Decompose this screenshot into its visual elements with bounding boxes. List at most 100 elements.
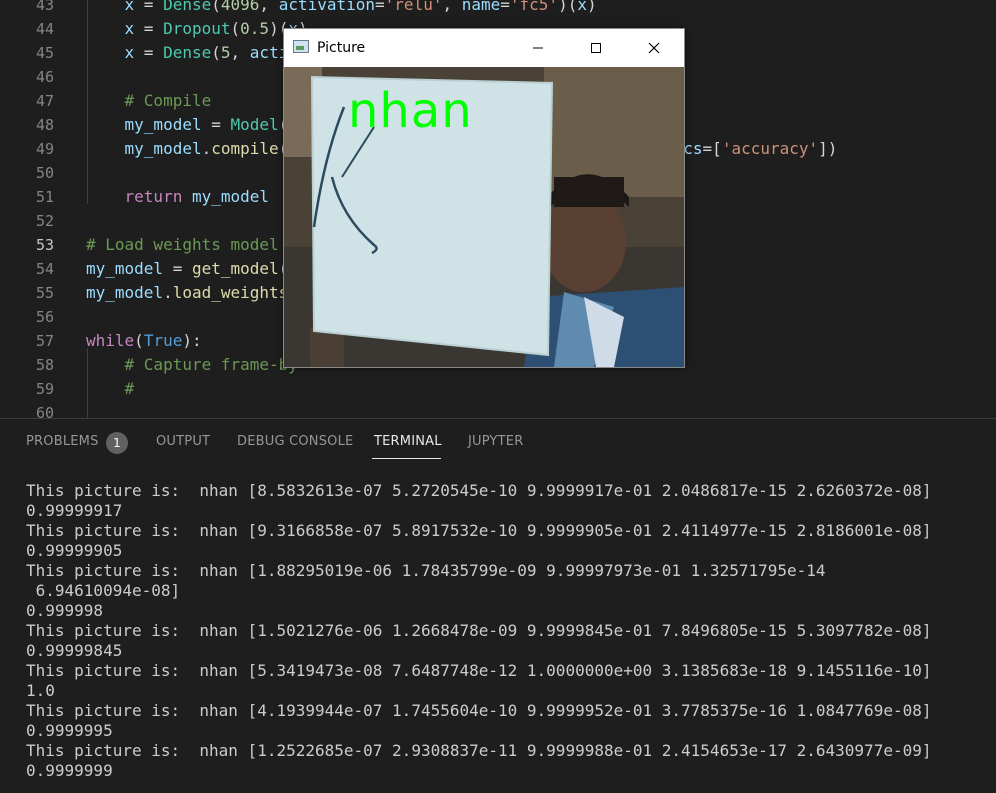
line-number: 59 xyxy=(35,380,54,398)
terminal-line: 0.99999845 xyxy=(26,641,123,660)
code-token: name xyxy=(461,0,501,14)
code-line[interactable]: 43 x = Dense(4096, activation='relu', na… xyxy=(0,0,996,17)
line-number: 55 xyxy=(35,284,54,302)
code-token: ): xyxy=(182,331,202,350)
code-token: while xyxy=(86,331,135,350)
code-token: x xyxy=(124,43,135,62)
code-token: my_model xyxy=(86,283,164,302)
code-token: compile xyxy=(211,139,279,158)
tab-debug-console[interactable]: DEBUG CONSOLE xyxy=(237,433,353,451)
code-token: x xyxy=(124,0,135,14)
code-token: # Capture frame-by xyxy=(124,355,298,374)
code-token: . xyxy=(201,139,212,158)
code-token: 0.5 xyxy=(240,19,270,38)
maximize-icon xyxy=(591,43,601,53)
line-number: 43 xyxy=(35,0,54,14)
line-number: 54 xyxy=(35,260,54,278)
code-token: # Compile xyxy=(124,91,212,110)
code-token: 'relu' xyxy=(384,0,443,14)
code-text: while(True): xyxy=(86,329,202,353)
line-number: 50 xyxy=(35,164,54,182)
code-line[interactable]: 59 # xyxy=(0,377,996,401)
minimize-button[interactable] xyxy=(509,29,567,67)
window-title: Picture xyxy=(317,40,366,56)
close-icon xyxy=(648,42,660,54)
code-token: Model xyxy=(230,115,279,134)
code-text: x = Dense(5, acti xyxy=(86,41,289,65)
code-token: ) xyxy=(586,0,597,14)
code-token: Dense xyxy=(163,0,212,14)
code-token: )( xyxy=(558,0,578,14)
terminal-line: 0.99999905 xyxy=(26,541,123,560)
code-token: my_model xyxy=(86,259,164,278)
code-token: load_weights xyxy=(172,283,289,302)
picture-window[interactable]: Picture nhan xyxy=(283,28,685,368)
window-titlebar[interactable]: Picture xyxy=(284,29,684,67)
code-line[interactable]: 60 xyxy=(0,401,996,418)
code-token: . xyxy=(163,283,173,302)
code-token: Dropout xyxy=(163,19,231,38)
code-text: # Compile xyxy=(86,89,212,113)
code-text: my_model = get_model( xyxy=(86,257,288,281)
terminal-line: 0.9999999 xyxy=(26,761,113,780)
line-number: 49 xyxy=(35,140,54,158)
code-token: get_model xyxy=(191,259,279,278)
code-token: ( xyxy=(211,0,221,14)
code-token: ( xyxy=(134,331,144,350)
code-token: = xyxy=(134,19,164,38)
code-text: # xyxy=(86,377,135,401)
code-token: return xyxy=(124,187,183,206)
tab-terminal[interactable]: TERMINAL xyxy=(374,433,442,451)
tab-problems[interactable]: PROBLEMS xyxy=(26,433,99,451)
line-number: 53 xyxy=(35,236,54,254)
code-token: 4096 xyxy=(220,0,260,14)
code-token: = xyxy=(500,0,510,14)
code-token: ( xyxy=(230,19,241,38)
bottom-panel: PROBLEMS 1 OUTPUT DEBUG CONSOLE TERMINAL… xyxy=(0,418,996,793)
terminal-line: This picture is: nhan [9.3166858e-07 5.8… xyxy=(26,521,932,540)
tab-jupyter[interactable]: JUPYTER xyxy=(468,433,523,451)
terminal-line: 6.94610094e-08] xyxy=(26,581,181,600)
code-text: # Load weights model xyxy=(86,233,279,257)
line-number: 57 xyxy=(35,332,54,350)
tab-output[interactable]: OUTPUT xyxy=(156,433,210,451)
terminal-line: This picture is: nhan [4.1939944e-07 1.7… xyxy=(26,701,932,720)
code-token: = xyxy=(163,259,192,278)
panel-tabs: PROBLEMS 1 OUTPUT DEBUG CONSOLE TERMINAL… xyxy=(0,419,996,465)
close-button[interactable] xyxy=(625,29,683,67)
code-token: = xyxy=(375,0,385,14)
code-token: # xyxy=(124,379,135,398)
terminal-line: 0.9999995 xyxy=(26,721,113,740)
code-text: x = Dense(4096, activation='relu', name=… xyxy=(86,0,597,17)
code-token: True xyxy=(143,331,183,350)
code-token: activation xyxy=(278,0,376,14)
terminal-output[interactable]: This picture is: nhan [8.5832613e-07 5.2… xyxy=(26,481,986,781)
maximize-button[interactable] xyxy=(567,29,625,67)
line-number: 47 xyxy=(35,92,54,110)
code-token: x xyxy=(577,0,587,14)
code-token: , xyxy=(442,0,462,14)
active-tab-indicator xyxy=(372,458,441,459)
line-number: 48 xyxy=(35,116,54,134)
terminal-line: This picture is: nhan [5.3419473e-08 7.6… xyxy=(26,661,932,680)
code-token: 'accuracy' xyxy=(721,139,819,158)
line-number: 52 xyxy=(35,212,54,230)
code-token: 'fc5' xyxy=(509,0,559,14)
terminal-line: This picture is: nhan [1.5021276e-06 1.2… xyxy=(26,621,932,640)
code-token: Dense xyxy=(163,43,212,62)
code-token: = xyxy=(201,115,231,134)
picture-app-icon xyxy=(293,40,309,53)
terminal-line: 1.0 xyxy=(26,681,55,700)
code-token: 5 xyxy=(220,43,231,62)
line-number: 60 xyxy=(35,404,54,418)
code-token: # Load weights model xyxy=(86,235,279,254)
line-number: 56 xyxy=(35,308,54,326)
line-number: 46 xyxy=(35,68,54,86)
terminal-line: This picture is: nhan [8.5832613e-07 5.2… xyxy=(26,481,932,500)
